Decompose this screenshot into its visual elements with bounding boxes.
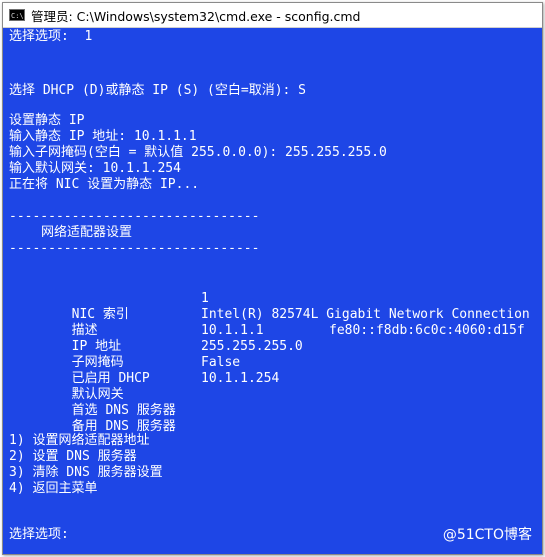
menu-item: 1) 设置网络适配器地址 <box>9 433 150 448</box>
nic-row: IP 地址 <box>9 323 121 354</box>
window-title: 管理员: C:\Windows\system32\cmd.exe - sconf… <box>31 8 361 24</box>
console-line-gateway-input: 输入默认网关: 10.1.1.254 <box>9 161 181 176</box>
console-line-mask-input: 输入子网掩码(空白 = 默认值 255.0.0.0): 255.255.255.… <box>9 145 387 160</box>
nic-row: 描述 <box>9 307 98 338</box>
console-line-select-prompt[interactable]: 选择选项: <box>9 527 69 543</box>
nic-label: 备用 DNS 服务器 <box>71 419 176 434</box>
nic-row: 备用 DNS 服务器 <box>9 403 176 434</box>
menu-item: 4) 返回主菜单 <box>9 481 98 496</box>
console-line-ip-input: 输入静态 IP 地址: 10.1.1.1 <box>9 129 197 144</box>
console-line-dhcp-prompt: 选择 DHCP (D)或静态 IP (S) (空白=取消): S <box>9 83 307 98</box>
nic-row: 已启用 DHCP <box>9 355 150 386</box>
nic-row: 子网掩码 <box>9 339 124 370</box>
section-title: 网络适配器设置 <box>41 225 133 240</box>
nic-row: NIC 索引 <box>9 291 129 322</box>
nic-value: Intel(R) 82574L Gigabit Network Connecti… <box>201 307 530 322</box>
nic-value: 255.255.255.0 <box>201 339 303 354</box>
console-line-set-static: 设置静态 IP <box>9 113 85 128</box>
nic-value-ipv6: fe80::f8db:6c0c:4060:d15f <box>329 323 525 338</box>
nic-value: 10.1.1.254 <box>201 371 280 386</box>
menu-item: 2) 设置 DNS 服务器 <box>9 449 137 464</box>
menu-item: 3) 清除 DNS 服务器设置 <box>9 465 163 480</box>
console-output[interactable]: 选择选项: 1 选择 DHCP (D)或静态 IP (S) (空白=取消): S… <box>3 28 542 554</box>
nic-value: 10.1.1.1 <box>201 323 264 338</box>
cmd-app-icon[interactable]: C:\ <box>9 9 25 21</box>
separator-bottom: -------------------------------- <box>9 241 260 256</box>
console-line-setting-nic: 正在将 NIC 设置为静态 IP... <box>9 177 200 192</box>
watermark: @51CTO博客 <box>442 527 532 543</box>
console-line-select-option: 选择选项: 1 <box>9 29 93 44</box>
title-bar[interactable]: C:\ 管理员: C:\Windows\system32\cmd.exe - s… <box>3 3 542 28</box>
nic-value: 1 <box>201 291 209 306</box>
nic-row: 首选 DNS 服务器 <box>9 387 176 418</box>
nic-row: 默认网关 <box>9 371 124 402</box>
separator-top: -------------------------------- <box>9 209 260 224</box>
nic-value: False <box>201 355 241 370</box>
cmd-window: C:\ 管理员: C:\Windows\system32\cmd.exe - s… <box>2 2 543 555</box>
